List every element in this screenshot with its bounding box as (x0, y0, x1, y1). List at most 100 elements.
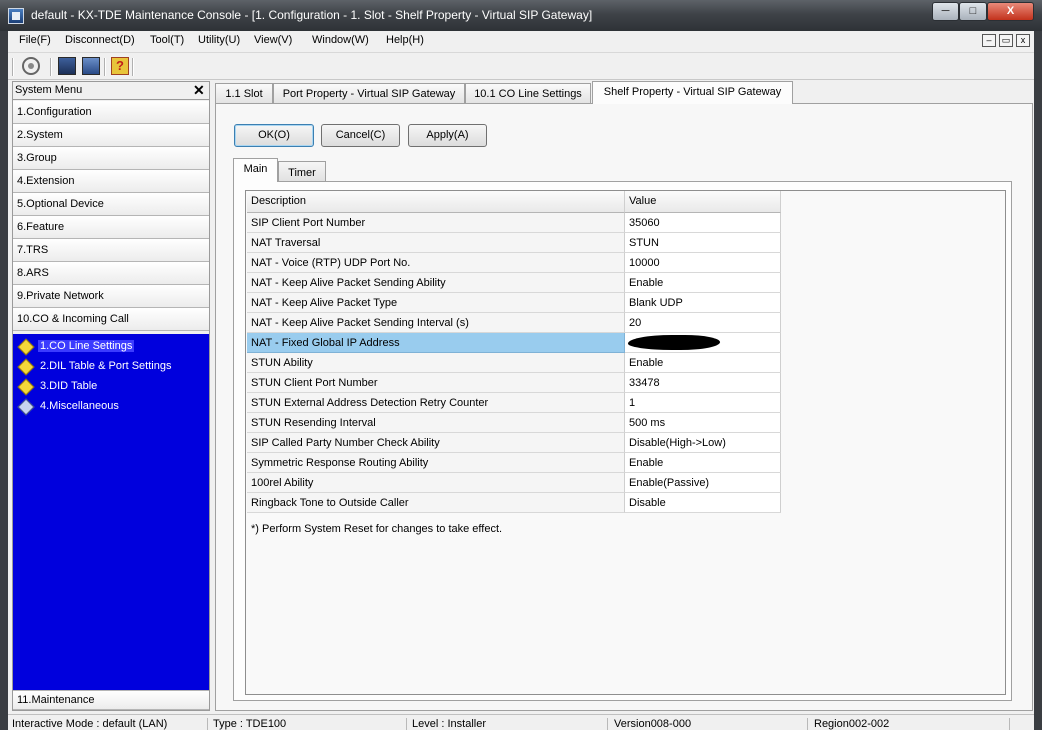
table-row[interactable]: NAT - Keep Alive Packet Sending Ability … (247, 273, 781, 293)
help-icon[interactable]: ? (111, 57, 129, 75)
sidebar-item-co-incoming-call[interactable]: 10.CO & Incoming Call (13, 308, 209, 331)
table-row[interactable]: Symmetric Response Routing Ability Enabl… (247, 453, 781, 473)
tools-icon (19, 398, 35, 414)
toolbar-separator (104, 58, 106, 76)
row-value[interactable]: Disable(High->Low) (625, 433, 781, 453)
sidebar-item-private-network[interactable]: 9.Private Network (13, 285, 209, 308)
table-row[interactable]: NAT - Keep Alive Packet Sending Interval… (247, 313, 781, 333)
row-description: Symmetric Response Routing Ability (247, 453, 625, 473)
status-version: Version008-000 (614, 718, 808, 730)
table-row-selected[interactable]: NAT - Fixed Global IP Address (247, 333, 781, 353)
toolbar-separator (12, 58, 14, 76)
main-tab-content: Description Value SIP Client Port Number… (233, 181, 1012, 701)
status-mode: Interactive Mode : default (LAN) (12, 718, 208, 730)
grid-header-row: Description Value (247, 191, 781, 213)
sidebar-subitem-label: 2.DIL Table & Port Settings (40, 360, 172, 372)
menu-window[interactable]: Window(W) (312, 34, 369, 46)
tab-port-property[interactable]: Port Property - Virtual SIP Gateway (273, 83, 465, 103)
apply-button[interactable]: Apply(A) (408, 124, 487, 147)
mdi-restore-button[interactable]: ▭ (999, 34, 1013, 47)
menu-tool[interactable]: Tool(T) (150, 34, 184, 46)
row-description: STUN Ability (247, 353, 625, 373)
system-reset-note: *) Perform System Reset for changes to t… (251, 523, 503, 535)
row-description: STUN Resending Interval (247, 413, 625, 433)
gear-icon[interactable] (22, 57, 40, 75)
sidebar-item-trs[interactable]: 7.TRS (13, 239, 209, 262)
row-description: NAT - Keep Alive Packet Sending Ability (247, 273, 625, 293)
property-grid: Description Value SIP Client Port Number… (245, 190, 1006, 695)
tab-co-line-settings[interactable]: 10.1 CO Line Settings (465, 83, 591, 103)
table-row[interactable]: NAT Traversal STUN (247, 233, 781, 253)
row-value[interactable]: 35060 (625, 213, 781, 233)
sidebar-item-configuration[interactable]: 1.Configuration (13, 101, 209, 124)
row-value[interactable]: Enable (625, 273, 781, 293)
row-value[interactable]: 33478 (625, 373, 781, 393)
row-value[interactable] (625, 333, 781, 353)
row-value[interactable]: Disable (625, 493, 781, 513)
title-bar[interactable]: default - KX-TDE Maintenance Console - [… (0, 0, 1042, 31)
column-header-value[interactable]: Value (625, 191, 781, 213)
table-row[interactable]: STUN External Address Detection Retry Co… (247, 393, 781, 413)
window-title: default - KX-TDE Maintenance Console - [… (31, 8, 593, 22)
row-value[interactable]: Enable (625, 353, 781, 373)
mdi-minimize-button[interactable]: – (982, 34, 996, 47)
sidebar-item-optional-device[interactable]: 5.Optional Device (13, 193, 209, 216)
menu-view[interactable]: View(V) (254, 34, 292, 46)
row-value[interactable]: STUN (625, 233, 781, 253)
tab-shelf-property[interactable]: Shelf Property - Virtual SIP Gateway (592, 81, 793, 104)
sidebar-item-feature[interactable]: 6.Feature (13, 216, 209, 239)
table-row[interactable]: SIP Client Port Number 35060 (247, 213, 781, 233)
computer-icon[interactable] (58, 57, 76, 75)
shelf-property-panel: OK(O) Cancel(C) Apply(A) Main Timer Desc… (215, 103, 1033, 711)
close-button[interactable]: X (987, 2, 1034, 21)
row-value[interactable]: 20 (625, 313, 781, 333)
row-description: STUN Client Port Number (247, 373, 625, 393)
table-row[interactable]: NAT - Voice (RTP) UDP Port No. 10000 (247, 253, 781, 273)
maximize-button[interactable]: □ (959, 2, 987, 21)
sidebar-item-group[interactable]: 3.Group (13, 147, 209, 170)
sidebar-subitem-label: 3.DID Table (40, 380, 98, 392)
table-row[interactable]: SIP Called Party Number Check Ability Di… (247, 433, 781, 453)
sidebar-item-extension[interactable]: 4.Extension (13, 170, 209, 193)
row-value[interactable]: Blank UDP (625, 293, 781, 313)
table-row[interactable]: STUN Resending Interval 500 ms (247, 413, 781, 433)
tab-slot[interactable]: 1.1 Slot (215, 83, 273, 103)
table-row[interactable]: STUN Ability Enable (247, 353, 781, 373)
tab-main[interactable]: Main (233, 158, 278, 182)
table-row[interactable]: STUN Client Port Number 33478 (247, 373, 781, 393)
status-type: Type : TDE100 (213, 718, 407, 730)
table-row[interactable]: Ringback Tone to Outside Caller Disable (247, 493, 781, 513)
tab-timer[interactable]: Timer (278, 161, 326, 182)
row-description: Ringback Tone to Outside Caller (247, 493, 625, 513)
menu-utility[interactable]: Utility(U) (198, 34, 240, 46)
computer-user-icon[interactable] (82, 57, 100, 75)
table-row[interactable]: 100rel Ability Enable(Passive) (247, 473, 781, 493)
table-row[interactable]: NAT - Keep Alive Packet Type Blank UDP (247, 293, 781, 313)
toolbar-separator (50, 58, 52, 76)
row-value[interactable]: 1 (625, 393, 781, 413)
menu-file[interactable]: File(F) (19, 34, 51, 46)
redacted-value-mark (628, 335, 720, 350)
sidebar-item-ars[interactable]: 8.ARS (13, 262, 209, 285)
sidebar-subitems-panel: 1.CO Line Settings 2.DIL Table & Port Se… (13, 334, 209, 690)
ok-button[interactable]: OK(O) (234, 124, 314, 147)
row-value[interactable]: Enable (625, 453, 781, 473)
toolbar: ? (8, 52, 1034, 80)
row-value[interactable]: 500 ms (625, 413, 781, 433)
cancel-button[interactable]: Cancel(C) (321, 124, 400, 147)
column-header-description[interactable]: Description (247, 191, 625, 213)
menu-disconnect[interactable]: Disconnect(D) (65, 34, 135, 46)
row-value[interactable]: Enable(Passive) (625, 473, 781, 493)
row-value[interactable]: 10000 (625, 253, 781, 273)
sidebar-subitem-label: 4.Miscellaneous (40, 400, 119, 412)
mdi-close-button[interactable]: x (1016, 34, 1030, 47)
close-icon[interactable]: ✕ (193, 82, 205, 99)
sidebar-item-system[interactable]: 2.System (13, 124, 209, 147)
menu-help[interactable]: Help(H) (386, 34, 424, 46)
status-bar: Interactive Mode : default (LAN) Type : … (8, 714, 1034, 730)
sidebar-item-maintenance[interactable]: 11.Maintenance (13, 690, 209, 710)
row-description: NAT Traversal (247, 233, 625, 253)
minimize-button[interactable]: ─ (932, 2, 959, 21)
status-level: Level : Installer (412, 718, 608, 730)
row-description: SIP Called Party Number Check Ability (247, 433, 625, 453)
